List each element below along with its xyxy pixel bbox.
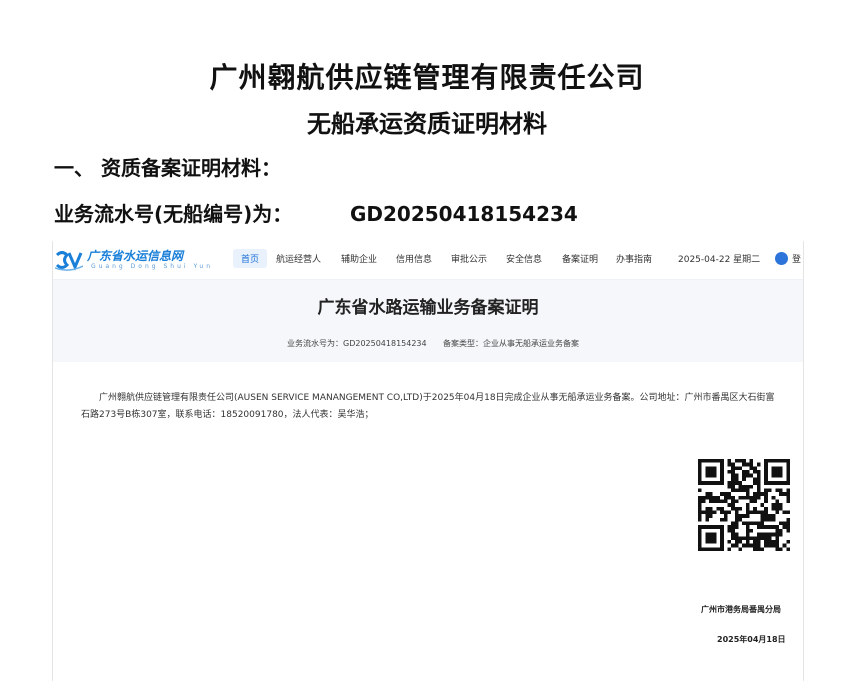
nav-credit-info[interactable]: 信用信息 [396,252,432,265]
login-link[interactable]: 登 [792,252,801,265]
issue-date: 2025年04月18日 [717,635,786,644]
site-logo[interactable]: 广东省水运信息网 Guang Dong Shui Yun [55,247,210,275]
website-screenshot: 广东省水运信息网 Guang Dong Shui Yun 首页 航运经营人 辅助… [52,241,804,681]
issuing-authority: 广州市港务局番禺分局 [701,605,781,614]
qr-code-icon [698,459,790,551]
certificate-body: 广州翱航供应链管理有限责任公司(AUSEN SERVICE MANANGEMEN… [81,393,775,420]
company-title: 广州翱航供应链管理有限责任公司 [209,61,645,94]
serial-value: GD20250418154234 [350,202,578,226]
certificate-type: 备案类型：企业从事无船承运业务备案 [443,339,579,348]
nav-auxiliary-companies[interactable]: 辅助企业 [341,252,377,265]
serial-label: 业务流水号(无船编号)为： [54,202,293,226]
logo-text: 广东省水运信息网 [87,249,184,263]
nav-home[interactable]: 首页 [233,249,268,268]
nav-filing-certificates[interactable]: 备案证明 [562,252,598,265]
certificate-serial: 业务流水号为：GD20250418154234 [287,339,427,348]
document-subtitle: 无船承运资质证明材料 [307,110,547,138]
logo-subtext: Guang Dong Shui Yun [91,263,214,270]
site-navbar: 广东省水运信息网 Guang Dong Shui Yun 首页 航运经营人 辅助… [53,241,803,280]
serial-row: 业务流水号(无船编号)为： GD20250418154234 [54,198,578,227]
nav-service-guide[interactable]: 办事指南 [616,252,652,265]
nav-shipping-operators[interactable]: 航运经营人 [276,252,321,265]
logo-mark-icon [55,251,83,271]
nav-approval-notices[interactable]: 审批公示 [451,252,487,265]
section-heading: 一、 资质备案证明材料： [54,156,281,180]
certificate-title: 广东省水路运输业务备案证明 [317,298,539,318]
user-icon[interactable] [775,252,788,265]
nav-safety-info[interactable]: 安全信息 [506,252,542,265]
nav-date: 2025-04-22 星期二 [678,255,761,265]
